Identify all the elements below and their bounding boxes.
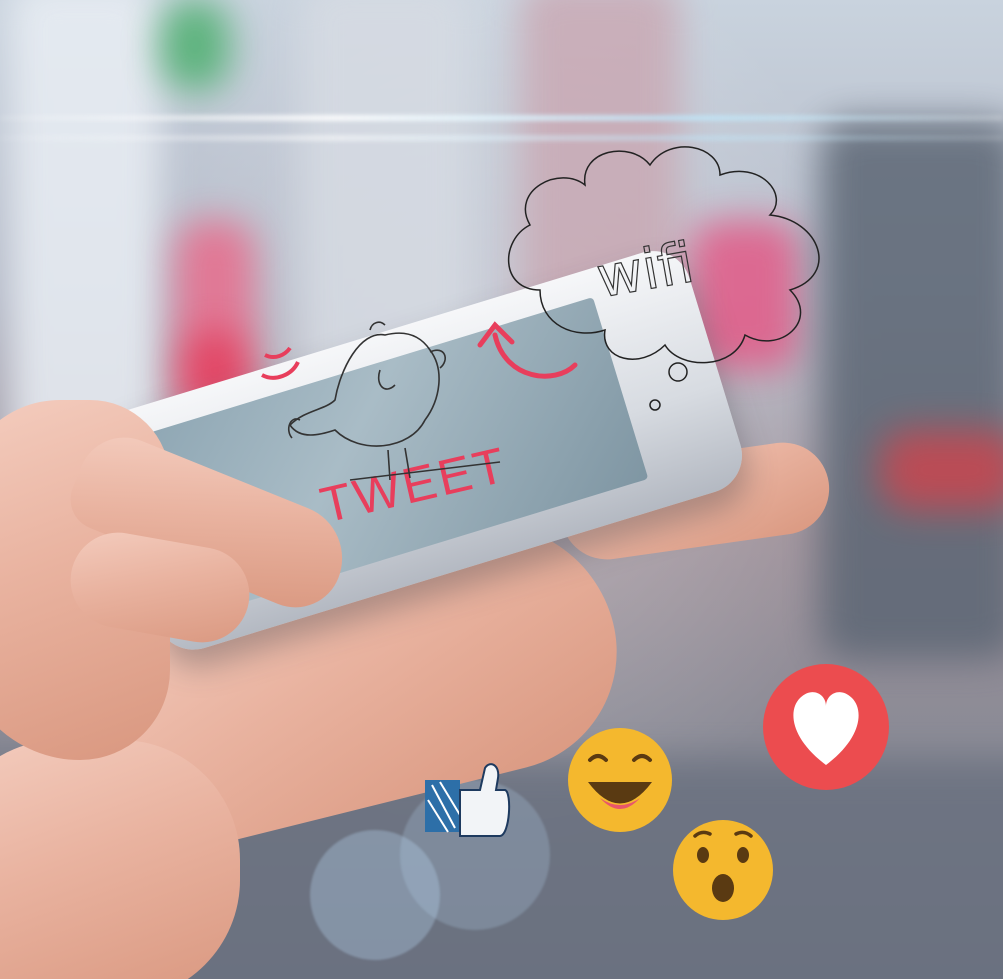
curved-arrow-icon [477,321,578,379]
heart-icon [763,664,889,790]
surprised-emoji-icon [673,820,773,920]
doodle-layer: wifi [261,146,889,920]
bird-doodle-icon [261,321,446,481]
perch-line [349,461,501,481]
photo-scene: TWEET wifi [0,0,1003,979]
laughing-emoji-icon [568,728,672,832]
cloud-label: wifi [592,230,698,311]
thumbs-up-icon [425,763,511,837]
